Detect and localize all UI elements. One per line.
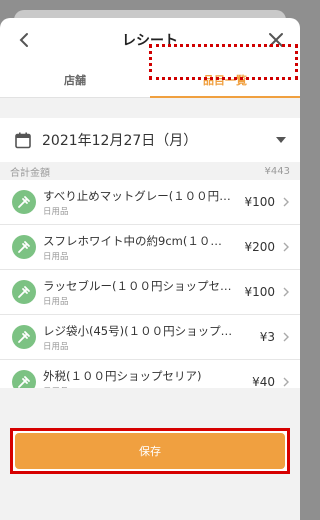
close-icon — [269, 33, 283, 47]
daily-goods-icon — [12, 325, 36, 349]
tab-store[interactable]: 店舗 — [0, 62, 150, 97]
item-name: すべり止めマットグレー(１００円ショップセリア) — [43, 188, 233, 203]
chevron-right-icon — [283, 242, 289, 252]
list-item[interactable]: すべり止めマットグレー(１００円ショップセリア) 日用品 ¥100 — [0, 180, 300, 225]
tab-bar: 店舗 品目一覧 — [0, 62, 300, 98]
date-selector[interactable]: 2021年12月27日（月） — [0, 118, 300, 162]
item-price: ¥40 — [252, 375, 275, 389]
list-item[interactable]: ラッセブルー(１００円ショップセリア) 日用品 ¥100 — [0, 270, 300, 315]
chevron-left-icon — [19, 33, 28, 47]
header: レシート — [0, 18, 300, 62]
item-price: ¥100 — [244, 195, 275, 209]
total-label: 合計金額 — [10, 167, 50, 179]
dropdown-caret-icon — [276, 137, 286, 143]
daily-goods-icon — [12, 280, 36, 304]
chevron-right-icon — [283, 377, 289, 387]
item-category: 日用品 — [43, 251, 69, 262]
total-row: 合計金額 ¥443 — [0, 162, 300, 180]
item-category: 日用品 — [43, 296, 69, 307]
chevron-right-icon — [283, 287, 289, 297]
page-title: レシート — [122, 33, 178, 49]
item-price: ¥200 — [244, 240, 275, 254]
chevron-right-icon — [283, 332, 289, 342]
item-name: ラッセブルー(１００円ショップセリア) — [43, 278, 233, 293]
item-name: 外税(１００円ショップセリア) — [43, 368, 202, 383]
item-price: ¥100 — [244, 285, 275, 299]
item-name: スフレホワイト中の約9cm(１００円ショップセリア) — [43, 233, 233, 248]
list-item[interactable]: レジ袋小(45号)(１００円ショップセリア) 日用品 ¥3 — [0, 315, 300, 360]
total-value: ¥443 — [264, 165, 290, 177]
back-button[interactable] — [8, 24, 40, 56]
date-text: 2021年12月27日（月） — [42, 133, 198, 149]
chevron-right-icon — [283, 197, 289, 207]
save-button-highlight: 保存 — [10, 428, 290, 474]
close-button[interactable] — [260, 24, 292, 56]
daily-goods-icon — [12, 190, 36, 214]
item-price: ¥3 — [259, 330, 275, 344]
item-category: 日用品 — [43, 206, 69, 217]
daily-goods-icon — [12, 235, 36, 259]
item-name: レジ袋小(45号)(１００円ショップセリア) — [43, 323, 233, 338]
section-gap — [0, 98, 300, 118]
item-category: 日用品 — [43, 341, 69, 352]
save-button[interactable]: 保存 — [15, 433, 285, 469]
list-item[interactable]: スフレホワイト中の約9cm(１００円ショップセリア) 日用品 ¥200 — [0, 225, 300, 270]
calendar-icon — [15, 132, 31, 149]
item-list: すべり止めマットグレー(１００円ショップセリア) 日用品 ¥100 スフレホワイ… — [0, 180, 300, 405]
tab-item-list[interactable]: 品目一覧 — [150, 62, 300, 98]
